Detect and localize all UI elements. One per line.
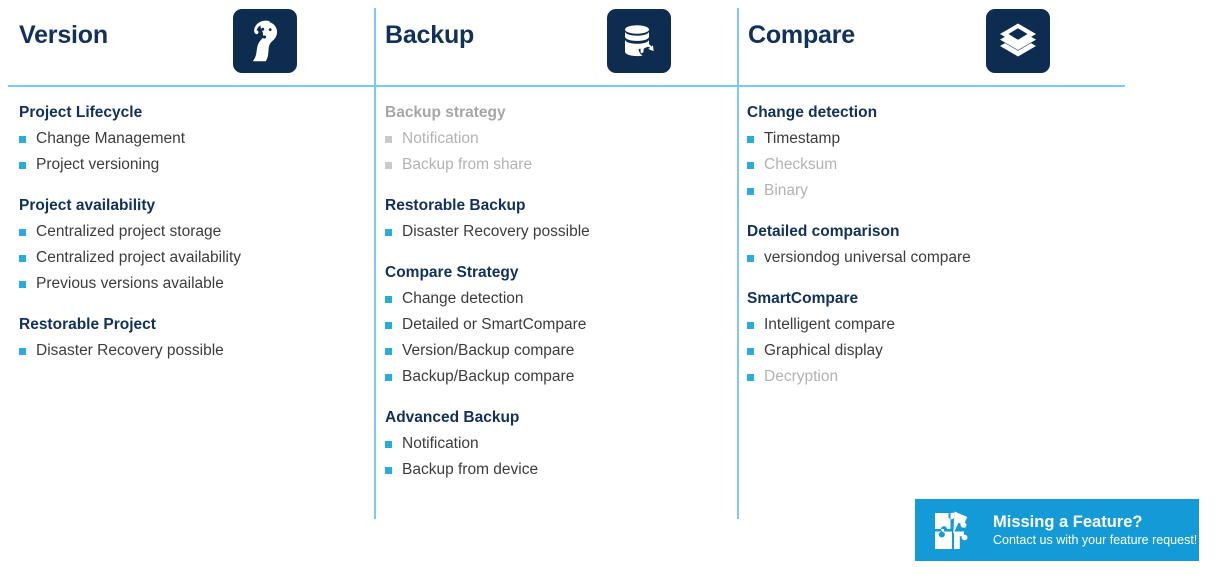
- feature-bullet-item: Graphical display: [747, 338, 1117, 364]
- feature-group-title: Project Lifecycle: [19, 104, 143, 121]
- column-title-version: Version: [19, 21, 108, 49]
- feature-bullet-item: Notification: [385, 126, 725, 152]
- feature-group: Compare Strategy Change detection Detailed…: [385, 260, 725, 390]
- feature-group: Advanced Backup Notification Backup from d…: [385, 405, 725, 483]
- feature-bullet-item: Notification: [385, 431, 725, 457]
- feature-bullet-item: Detailed or SmartCompare: [385, 312, 725, 338]
- column-body-backup: Backup strategy Notification Backup from s…: [385, 100, 725, 483]
- feature-bullet-item: Checksum: [747, 152, 1117, 178]
- feature-bullet-item: Intelligent compare: [747, 312, 1117, 338]
- column-header-version: Version: [0, 0, 374, 86]
- dog-head-icon: [233, 9, 297, 73]
- missing-feature-texts: Missing a Feature? Contact us with your …: [993, 512, 1197, 549]
- feature-bullet-item: Change Management: [19, 126, 364, 152]
- column-header-compare: Compare: [737, 0, 1125, 86]
- database-restore-icon: [607, 9, 671, 73]
- feature-bullet-item: Version/Backup compare: [385, 338, 725, 364]
- feature-bullet-item: Project versioning: [19, 152, 364, 178]
- feature-group-title: Restorable Project: [19, 316, 156, 333]
- feature-bullet-item: Disaster Recovery possible: [385, 219, 725, 245]
- feature-group: Restorable Backup Disaster Recovery possi…: [385, 193, 725, 245]
- feature-bullet-item: Change detection: [385, 286, 725, 312]
- feature-bullet-item: Backup from device: [385, 457, 725, 483]
- column-divider-1: [374, 8, 376, 519]
- column-body-version: Project Lifecycle Change Management Projec…: [19, 100, 364, 364]
- feature-bullet-item: Disaster Recovery possible: [19, 338, 364, 364]
- feature-bullet-item: Decryption: [747, 364, 1117, 390]
- feature-bullet-item: versiondog universal compare: [747, 245, 1117, 271]
- feature-bullet-item: Centralized project availability: [19, 245, 364, 271]
- missing-feature-subtitle: Contact us with your feature request!: [993, 532, 1198, 547]
- column-body-compare: Change detection Timestamp Checksum Binary D…: [747, 100, 1117, 390]
- feature-group: Detailed comparison versiondog universal …: [747, 219, 1117, 271]
- feature-bullet-item: Backup/Backup compare: [385, 364, 725, 390]
- feature-bullet-item: Previous versions available: [19, 271, 364, 297]
- column-title-compare: Compare: [748, 21, 855, 49]
- feature-bullet-item: Binary: [747, 178, 1117, 204]
- feature-group-title: Restorable Backup: [385, 197, 526, 214]
- missing-feature-title: Missing a Feature?: [993, 512, 1143, 531]
- feature-group-title: Project availability: [19, 197, 156, 214]
- feature-group-title: Compare Strategy: [385, 264, 519, 281]
- feature-group: Project Lifecycle Change Management Projec…: [19, 100, 364, 178]
- feature-group-title: Change detection: [747, 104, 878, 121]
- layers-stack-icon: [986, 9, 1050, 73]
- header-divider-rule: [8, 85, 1125, 87]
- puzzle-piece-icon: [933, 509, 979, 551]
- feature-group: Change detection Timestamp Checksum Binary: [747, 100, 1117, 204]
- column-header-backup: Backup: [374, 0, 737, 86]
- feature-group: Backup strategy Notification Backup from s…: [385, 100, 725, 178]
- feature-group-title: SmartCompare: [747, 290, 859, 307]
- feature-bullet-item: Centralized project storage: [19, 219, 364, 245]
- feature-group-title: Backup strategy: [385, 104, 506, 121]
- column-headers: Version Backup Compare: [0, 0, 1219, 86]
- feature-group: Project availability Centralized project …: [19, 193, 364, 297]
- feature-group-title: Detailed comparison: [747, 223, 900, 240]
- missing-feature-badge[interactable]: Missing a Feature? Contact us with your …: [915, 499, 1199, 561]
- column-divider-2: [737, 8, 739, 519]
- feature-bullet-item: Timestamp: [747, 126, 1117, 152]
- feature-group: Restorable Project Disaster Recovery poss…: [19, 312, 364, 364]
- column-title-backup: Backup: [385, 21, 475, 49]
- feature-group: SmartCompare Intelligent compare Graphical…: [747, 286, 1117, 390]
- feature-group-title: Advanced Backup: [385, 409, 520, 426]
- feature-bullet-item: Backup from share: [385, 152, 725, 178]
